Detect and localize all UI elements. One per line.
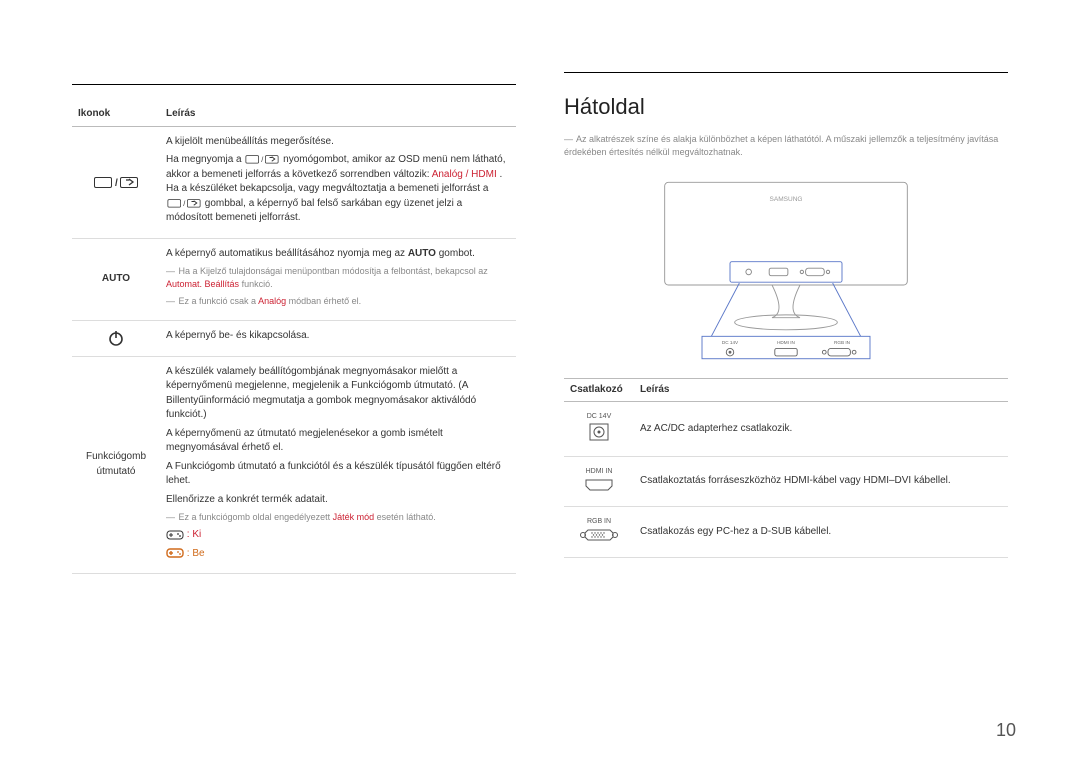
row1-desc-source: Ha megnyomja a / nyomógombot, amikor az …: [166, 153, 510, 226]
row4-option-off: : Ki: [166, 528, 510, 543]
row2-note2: ― Ez a funkció csak a Analóg módban érhe…: [166, 295, 510, 308]
right-column: Hátoldal ― Az alkatrészek színe és alakj…: [564, 72, 1008, 763]
svg-text:/: /: [115, 178, 118, 189]
dc-description: Az AC/DC adapterhez csatlakozik.: [634, 402, 1008, 457]
table-header-row: Ikonok Leírás: [72, 103, 516, 126]
vga-port-icon: [579, 527, 619, 543]
row4-desc-p3: A Funkciógomb útmutató a funkciótól és a…: [166, 460, 510, 489]
table-header-icons: Ikonok: [72, 103, 160, 126]
table-header-connector: Csatlakozó: [564, 378, 634, 402]
rgb-description: Csatlakozás egy PC-hez a D-SUB kábellel.: [634, 506, 1008, 557]
row2-desc-auto: A képernyő automatikus beállításához nyo…: [166, 247, 510, 262]
manual-page: Ikonok Leírás /: [0, 0, 1080, 763]
port-label-hdmi: HDMI IN: [777, 340, 795, 345]
rear-panel-note: ― Az alkatrészek színe és alakja különbö…: [564, 133, 1008, 159]
hdmi-description: Csatlakoztatás forráseszközhöz HDMI-kábe…: [634, 457, 1008, 506]
table-row: Funkciógomb útmutató A készülék valamely…: [72, 356, 516, 574]
row2-note1: ― Ha a Kijelző tulajdonságai menüpontban…: [166, 265, 510, 291]
svg-text:/: /: [183, 199, 186, 208]
table-row: HDMI IN Csatlakoztatás forráseszközhöz H…: [564, 457, 1008, 506]
table-header-row: Csatlakozó Leírás: [564, 378, 1008, 402]
icon-auto: AUTO: [72, 238, 160, 321]
table-row: DC 14V Az AC/DC adapterhez csatlakozik.: [564, 402, 1008, 457]
game-controller-outline-icon: [166, 529, 184, 541]
row1-desc-confirm: A kijelölt menübeállítás megerősítése.: [166, 135, 510, 150]
game-controller-filled-icon: [166, 547, 184, 559]
rear-panel-heading: Hátoldal: [564, 91, 1008, 123]
page-number: 10: [996, 717, 1016, 743]
connector-rgb: RGB IN: [564, 506, 634, 557]
row3-desc: A képernyő be- és kikapcsolása.: [166, 329, 510, 344]
column-top-rule: [564, 72, 1008, 73]
port-label-dc: DC 14V: [722, 340, 739, 345]
icon-source-button: /: [72, 126, 160, 238]
table-row: / A kijelölt menübeállítás megerősítése.…: [72, 126, 516, 238]
table-row: AUTO A képernyő automatikus beállításáho…: [72, 238, 516, 321]
power-icon: [107, 329, 125, 347]
source-button-icon: /: [166, 197, 202, 209]
icons-table: Ikonok Leírás /: [72, 103, 516, 574]
label-function-guide: Funkciógomb útmutató: [72, 356, 160, 574]
left-column: Ikonok Leírás /: [72, 72, 516, 763]
connector-hdmi: HDMI IN: [564, 457, 634, 506]
table-row: A képernyő be- és kikapcsolása.: [72, 321, 516, 357]
table-row: RGB IN Csatlakozás egy PC-h: [564, 506, 1008, 557]
connector-dc: DC 14V: [564, 402, 634, 457]
connectors-table: Csatlakozó Leírás DC 14V Az AC/DC adapte…: [564, 378, 1008, 558]
column-top-rule: [72, 84, 516, 85]
source-button-icon: /: [94, 174, 138, 190]
svg-text:/: /: [262, 155, 265, 164]
hdmi-port-icon: [584, 478, 614, 492]
row4-note: ― Ez a funkciógomb oldal engedélyezett J…: [166, 511, 510, 524]
monitor-rear-illustration: SAMSUNG DC 14V HDMI IN RGB IN: [646, 173, 926, 360]
row4-desc-p1: A készülék valamely beállítógombjának me…: [166, 365, 510, 423]
row4-desc-p4: Ellenőrizze a konkrét termék adatait.: [166, 493, 510, 508]
table-header-description: Leírás: [160, 103, 516, 126]
row4-desc-p2: A képernyőmenü az útmutató megjelenéseko…: [166, 427, 510, 456]
brand-logo: SAMSUNG: [770, 196, 803, 203]
icon-power: [72, 321, 160, 357]
table-header-description: Leírás: [634, 378, 1008, 402]
source-button-icon: /: [244, 153, 280, 165]
port-label-rgb: RGB IN: [834, 340, 850, 345]
dc-jack-icon: [586, 422, 612, 442]
row4-option-on: : Be: [166, 547, 510, 562]
